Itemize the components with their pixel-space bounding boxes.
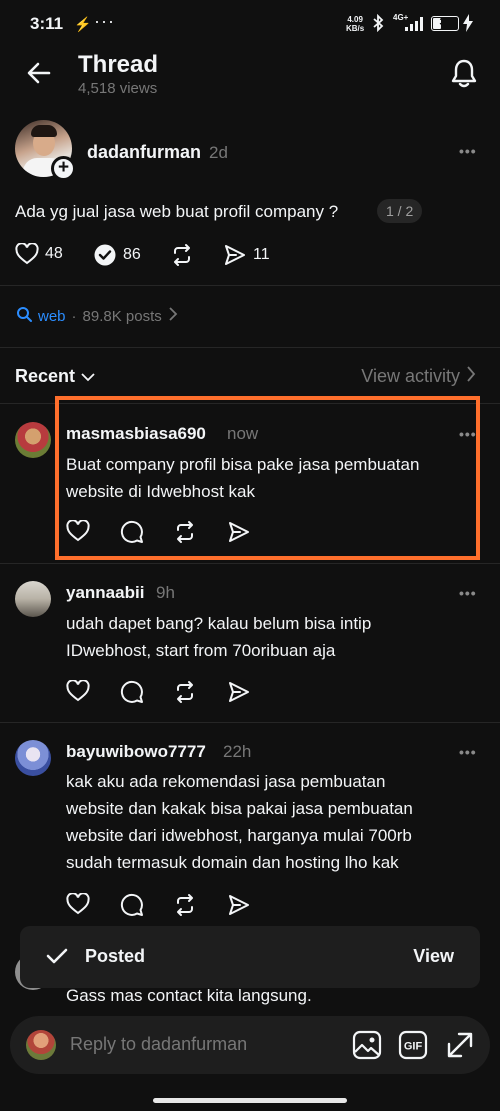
more-options-icon[interactable]: ••• [459,143,477,159]
chevron-right-icon [168,307,178,325]
follow-plus-icon[interactable]: + [51,156,76,181]
topic-post-count: 89.8K posts [82,307,162,325]
more-options-icon[interactable]: ••• [459,744,477,760]
view-count: 4,518 views [78,80,158,97]
verified-reply-icon [93,243,117,267]
topic-name: web [38,307,66,325]
like-button[interactable]: 48 [15,243,63,265]
app-notification-icon: ⚡ [74,16,92,32]
more-options-icon[interactable]: ••• [459,585,477,601]
divider [0,285,500,286]
reply-text: kak aku ada rekomendasi jasa pembuatan w… [66,772,413,872]
share-button[interactable] [227,893,251,917]
posted-toast: Posted View [20,926,480,988]
like-count: 48 [45,245,63,262]
image-icon[interactable] [352,1030,382,1065]
reply-time: 22h [223,742,252,761]
more-notifications-icon: ··· [94,11,115,31]
reply-time: 9h [156,583,175,602]
toast-view-button[interactable]: View [413,946,454,967]
signal-icon [405,17,425,36]
gif-label: GIF [404,1041,423,1053]
avatar [26,1030,56,1060]
divider [0,347,500,348]
avatar[interactable] [15,422,51,458]
page-title: Thread [78,51,159,78]
checkmark-icon [46,947,68,970]
like-button[interactable] [66,680,90,702]
reply-composer[interactable]: Reply to dadanfurman GIF [10,1016,490,1074]
charging-icon [463,14,473,37]
post-text: Ada yg jual jasa web buat profil company… [15,202,339,221]
heart-icon [15,243,39,265]
reply-username[interactable]: yannaabii [66,583,144,603]
topic-separator: · [71,307,77,325]
reply-username[interactable]: bayuwibowo7777 [66,742,206,762]
comment-icon [120,893,144,917]
expand-icon[interactable] [445,1030,475,1065]
avatar[interactable] [15,581,51,617]
reply-count: 86 [123,246,141,263]
bell-icon[interactable] [450,58,478,93]
like-button[interactable] [66,893,90,915]
reply-text: udah dapet bang? kalau belum bisa intip … [66,614,372,660]
repost-icon [173,680,197,704]
bluetooth-icon [371,13,385,37]
reply-input[interactable]: Reply to dadanfurman [70,1034,247,1055]
share-button[interactable]: 11 [223,243,270,267]
view-activity-label: View activity [361,366,460,386]
battery-icon: 30 [431,16,459,31]
topic-link[interactable]: web · 89.8K posts [16,306,178,326]
post-username[interactable]: dadanfurman [87,142,201,163]
chevron-right-icon [466,366,476,387]
thread-header: Thread 4,518 views [0,48,500,100]
highlight-box [55,396,480,560]
reply-button[interactable] [120,893,144,917]
share-button[interactable] [227,680,251,704]
send-icon [227,680,251,704]
repost-button[interactable] [170,243,194,267]
send-icon [223,243,247,267]
chevron-down-icon [81,366,95,387]
gif-button[interactable]: GIF [398,1030,428,1065]
thread-pager-badge: 1 / 2 [377,199,423,223]
share-count: 11 [253,246,270,263]
toast-message: Posted [85,946,146,966]
repost-icon [170,243,194,267]
reply-button[interactable] [120,680,144,704]
heart-icon [66,893,90,915]
heart-icon [66,680,90,702]
comment-icon [120,680,144,704]
avatar[interactable] [15,740,51,776]
sort-label: Recent [15,366,76,386]
send-icon [227,893,251,917]
divider [0,563,500,564]
repost-button[interactable] [173,893,197,917]
search-icon [16,306,32,326]
sort-dropdown[interactable]: Recent [15,366,95,387]
back-arrow-icon[interactable] [26,60,52,91]
view-activity-link[interactable]: View activity [361,366,476,387]
post-time: 2d [209,143,228,162]
repost-button[interactable] [173,680,197,704]
home-indicator[interactable] [153,1098,347,1103]
divider [0,722,500,723]
replies-button[interactable]: 86 [93,243,141,267]
status-bar: 3:11 ⚡ ··· 4.09 KB/s 4G+ 30 [0,0,500,48]
network-speed: 4.09 KB/s [346,15,365,33]
status-time: 3:11 [30,14,64,33]
repost-icon [173,893,197,917]
